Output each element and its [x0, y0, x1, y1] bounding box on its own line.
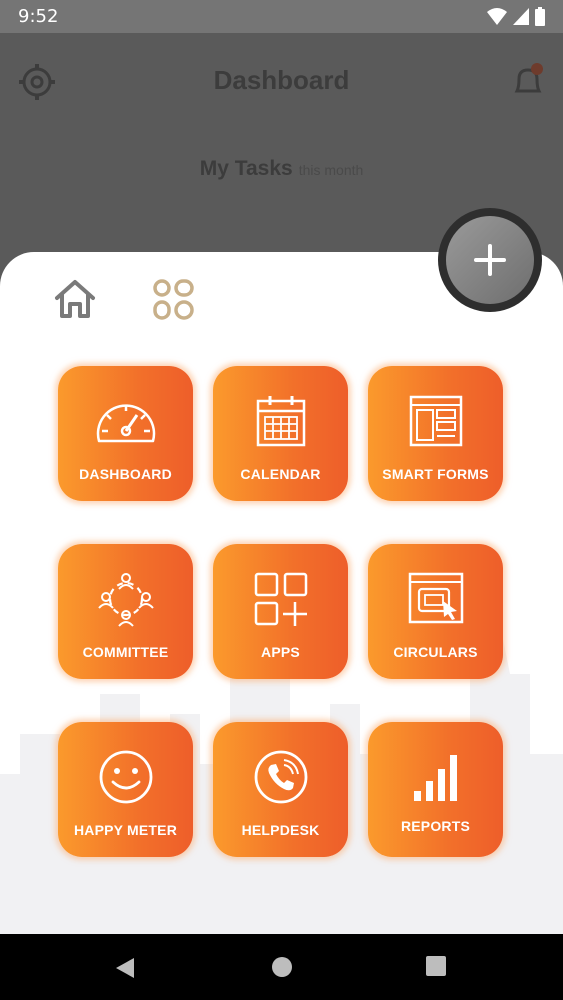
status-bar: 9:52 — [0, 0, 563, 33]
status-icons — [487, 7, 545, 26]
circular-icon — [408, 572, 463, 624]
speedometer-icon — [96, 404, 155, 443]
battery-icon — [535, 7, 545, 26]
tasks-heading: My Tasks — [199, 157, 293, 180]
menu-tile-apps[interactable]: APPS — [213, 544, 348, 679]
apps-icon — [254, 572, 307, 626]
status-time: 9:52 — [18, 6, 59, 27]
home-circle-icon[interactable] — [271, 956, 293, 978]
menu-tile-label: SMART FORMS — [382, 466, 489, 482]
apps-grid-icon — [153, 279, 194, 320]
menu-tile-helpdesk[interactable]: HELPDESK — [213, 722, 348, 857]
add-button[interactable] — [446, 216, 534, 304]
menu-tile-calendar[interactable]: CALENDAR — [213, 366, 348, 501]
home-icon — [55, 280, 95, 318]
tasks-subheading: this month — [298, 162, 364, 178]
tab-apps[interactable] — [150, 276, 196, 322]
menu-tile-label: DASHBOARD — [79, 466, 172, 482]
menu-tile-circulars[interactable]: CIRCULARS — [368, 544, 503, 679]
menu-tile-happy-meter[interactable]: HAPPY METER — [58, 722, 193, 857]
menu-tile-label: HELPDESK — [241, 822, 320, 838]
calendar-icon — [256, 396, 305, 447]
menu-tile-committee[interactable]: COMMITTEE — [58, 544, 193, 679]
menu-tile-label: APPS — [261, 644, 300, 660]
form-icon — [409, 395, 462, 447]
sheet-tabs — [52, 276, 196, 322]
recents-square-icon[interactable] — [426, 956, 446, 976]
back-triangle-icon[interactable] — [114, 956, 136, 980]
menu-tile-label: HAPPY METER — [73, 822, 178, 838]
menu-tile-label: REPORTS — [400, 818, 471, 834]
signal-icon — [513, 7, 529, 25]
menu-tile-smart-forms[interactable]: SMART FORMS — [368, 366, 503, 501]
menu-tile-label: COMMITTEE — [82, 644, 169, 660]
smiley-icon — [99, 750, 152, 804]
city-skyline-illustration — [0, 624, 563, 934]
notification-bell-icon — [514, 63, 543, 93]
system-navigation-bar — [0, 934, 563, 1000]
menu-tile-reports[interactable]: REPORTS — [368, 722, 503, 857]
menu-tile-dashboard[interactable]: DASHBOARD — [58, 366, 193, 501]
background-tasks-heading: My Tasks this month — [0, 157, 563, 181]
menu-tile-label: CALENDAR — [240, 466, 321, 482]
background-title: Dashboard — [213, 65, 350, 95]
bar-chart-icon — [413, 755, 457, 801]
menu-tile-label: CIRCULARS — [393, 644, 478, 660]
committee-icon — [97, 573, 154, 627]
wifi-icon — [487, 7, 507, 25]
phone-icon — [254, 750, 307, 804]
tab-home[interactable] — [52, 276, 98, 322]
plus-icon — [474, 244, 506, 276]
